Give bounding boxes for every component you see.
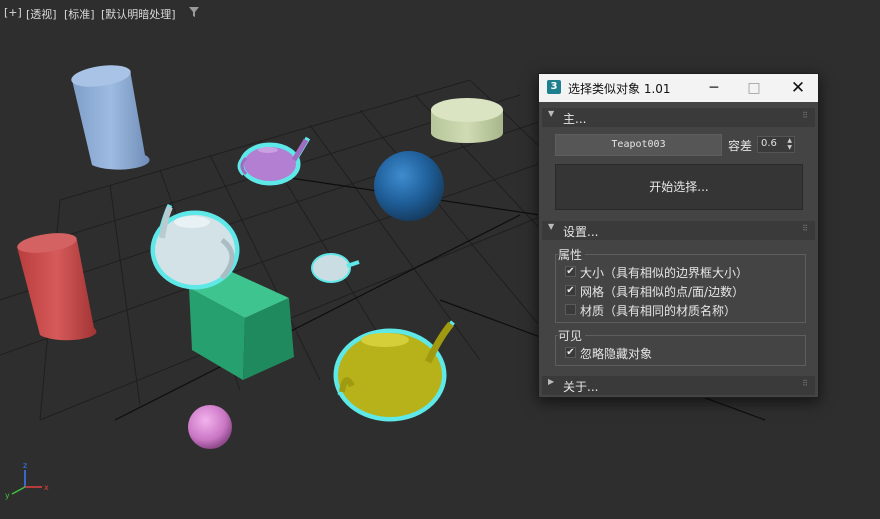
size-checkbox[interactable]: ✔ bbox=[565, 266, 576, 277]
blue-sphere bbox=[374, 151, 444, 221]
rollout-settings-header[interactable]: ▼ 设置... ⠿ bbox=[542, 221, 815, 240]
close-button[interactable]: ✕ bbox=[778, 74, 818, 102]
material-checkbox[interactable] bbox=[565, 304, 576, 315]
ignore-hidden-checkbox-row[interactable]: ✔ 忽略隐藏对象 bbox=[565, 345, 795, 361]
collapse-arrow-icon: ▼ bbox=[548, 109, 555, 118]
ignore-hidden-checkbox[interactable]: ✔ bbox=[565, 347, 576, 358]
tolerance-spinner[interactable]: 0.6 ▲ ▼ bbox=[757, 136, 795, 153]
axis-gizmo: z x y bbox=[5, 461, 49, 500]
grip-icon: ⠿ bbox=[802, 224, 808, 233]
pink-sphere bbox=[188, 405, 232, 449]
object-name-field[interactable]: Teapot003 bbox=[555, 134, 722, 156]
viewport-perspective-label[interactable]: [透视] bbox=[26, 6, 57, 22]
tolerance-value[interactable]: 0.6 bbox=[761, 138, 777, 149]
axis-y-label: y bbox=[5, 491, 10, 500]
ignore-hidden-checkbox-label: 忽略隐藏对象 bbox=[580, 347, 653, 361]
dialog-titlebar[interactable]: 3 选择类似对象 1.01 ─ □ ✕ bbox=[539, 74, 818, 102]
collapse-arrow-icon: ▼ bbox=[548, 222, 555, 231]
rollout-main-title: 主... bbox=[563, 112, 587, 126]
rollout-settings-title: 设置... bbox=[563, 225, 599, 239]
viewport-shading-label[interactable]: [默认明暗处理] bbox=[101, 6, 176, 22]
white-teapot-selected bbox=[150, 203, 240, 290]
axis-z-label: z bbox=[23, 461, 27, 470]
axis-x-label: x bbox=[44, 483, 49, 492]
spinner-arrows-icon[interactable]: ▲ ▼ bbox=[787, 137, 792, 151]
mesh-checkbox[interactable]: ✔ bbox=[565, 285, 576, 296]
dialog-title: 选择类似对象 1.01 bbox=[568, 82, 671, 96]
properties-group-label: 属性 bbox=[558, 246, 586, 263]
tolerance-label: 容差 bbox=[728, 139, 753, 153]
rollout-about-header[interactable]: ▶ 关于... ⠿ bbox=[542, 376, 815, 395]
grip-icon: ⠿ bbox=[802, 111, 808, 120]
start-select-button[interactable]: 开始选择... bbox=[555, 164, 803, 210]
green-disc bbox=[431, 98, 503, 143]
maximize-button[interactable]: □ bbox=[734, 74, 774, 102]
visible-group-label: 可见 bbox=[558, 327, 586, 344]
mesh-checkbox-row[interactable]: ✔ 网格（具有相似的点/面/边数） bbox=[565, 283, 795, 299]
material-checkbox-label: 材质（具有相同的材质名称） bbox=[580, 304, 737, 318]
small-teapot-selected bbox=[311, 253, 360, 283]
rollout-main-header[interactable]: ▼ 主... ⠿ bbox=[542, 108, 815, 127]
blue-cylinder bbox=[71, 65, 150, 170]
material-checkbox-row[interactable]: 材质（具有相同的材质名称） bbox=[565, 302, 795, 318]
mesh-checkbox-label: 网格（具有相似的点/面/边数） bbox=[580, 285, 745, 299]
yellow-teapot-selected bbox=[333, 320, 455, 422]
size-checkbox-row[interactable]: ✔ 大小（具有相似的边界框大小） bbox=[565, 264, 795, 280]
grip-icon: ⠿ bbox=[802, 379, 808, 388]
funnel-icon[interactable] bbox=[188, 6, 200, 18]
expand-arrow-icon: ▶ bbox=[548, 377, 555, 386]
rollout-about-title: 关于... bbox=[563, 380, 599, 394]
red-cylinder bbox=[17, 233, 97, 341]
app-icon: 3 bbox=[547, 80, 561, 94]
viewport-menu-plus[interactable]: [+] bbox=[4, 6, 22, 19]
viewport-standard-label[interactable]: [标准] bbox=[64, 6, 95, 22]
size-checkbox-label: 大小（具有相似的边界框大小） bbox=[580, 266, 749, 280]
select-similar-dialog: 3 选择类似对象 1.01 ─ □ ✕ ▼ 主... ⠿ Teapot003 容… bbox=[538, 73, 819, 398]
minimize-button[interactable]: ─ bbox=[694, 74, 734, 102]
